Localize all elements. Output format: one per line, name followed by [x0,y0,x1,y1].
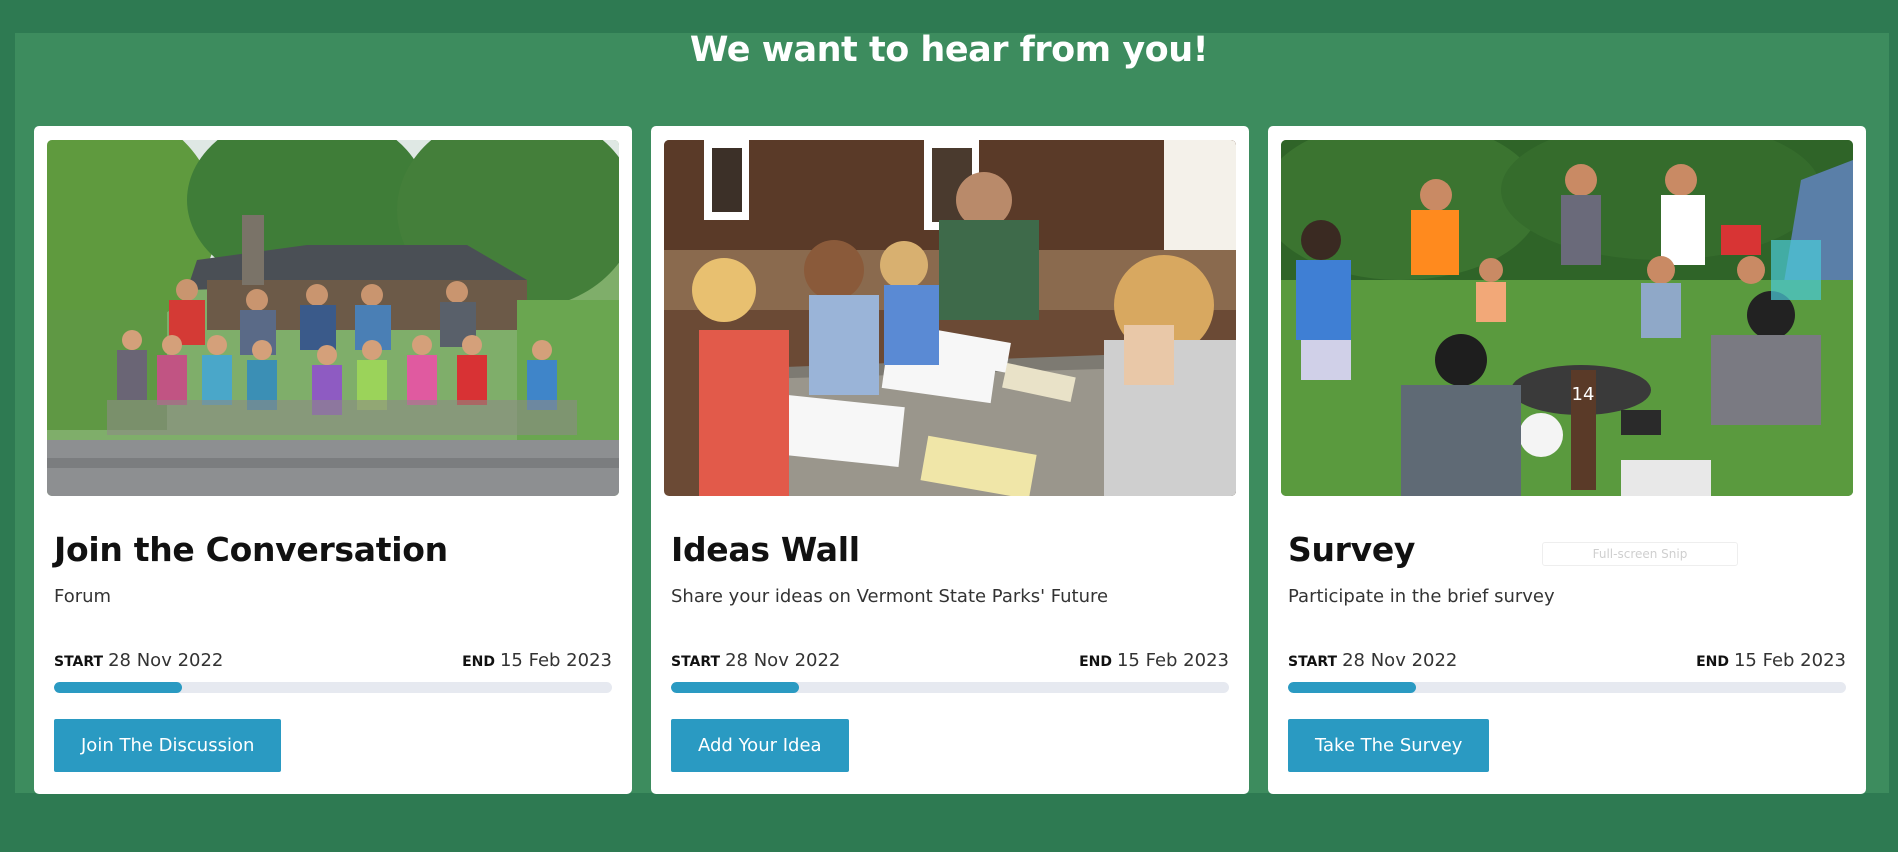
card-image-group-photo [47,140,619,496]
end-date-value: 15 Feb 2023 [499,650,612,671]
full-screen-snip-label: Full-screen Snip [1542,542,1738,566]
progress-bar [54,682,612,693]
end-label: END [1079,654,1112,670]
card-image-campfire: 14 [1281,140,1853,496]
date-row: START 28 Nov 2022 END 15 Feb 2023 [54,650,612,674]
end-label: END [462,654,495,670]
card-ideas-wall: Ideas Wall Share your ideas on Vermont S… [651,126,1249,794]
progress-fill [1288,682,1417,693]
progress-bar [1288,682,1846,693]
card-image-picnic-table [664,140,1236,496]
card-description: Forum [54,586,112,607]
end-date: END 15 Feb 2023 [462,650,612,671]
start-date: START 28 Nov 2022 [54,650,223,671]
start-label: START [671,654,721,670]
date-row: START 28 Nov 2022 END 15 Feb 2023 [671,650,1229,674]
card-description: Share your ideas on Vermont State Parks'… [671,586,1109,607]
start-date-value: 28 Nov 2022 [1342,650,1458,671]
card-title: Survey [1288,530,1416,569]
card-survey: 14 Survey Full-screen Snip Participate i… [1268,126,1866,794]
add-idea-button[interactable]: Add Your Idea [671,719,849,772]
start-date-value: 28 Nov 2022 [108,650,224,671]
end-date: END 15 Feb 2023 [1079,650,1229,671]
start-date-value: 28 Nov 2022 [725,650,841,671]
section-title: We want to hear from you! [689,30,1209,70]
card-title: Join the Conversation [54,530,448,569]
end-date-value: 15 Feb 2023 [1116,650,1229,671]
take-survey-button[interactable]: Take The Survey [1288,719,1490,772]
card-title: Ideas Wall [671,530,860,569]
start-label: START [54,654,104,670]
end-date-value: 15 Feb 2023 [1733,650,1846,671]
card-join-conversation: Join the Conversation Forum START 28 Nov … [34,126,632,794]
progress-fill [54,682,183,693]
progress-bar [671,682,1229,693]
card-description: Participate in the brief survey [1288,586,1555,607]
progress-fill [671,682,800,693]
start-label: START [1288,654,1338,670]
start-date: START 28 Nov 2022 [671,650,840,671]
join-discussion-button[interactable]: Join The Discussion [54,719,282,772]
end-label: END [1696,654,1729,670]
end-date: END 15 Feb 2023 [1696,650,1846,671]
start-date: START 28 Nov 2022 [1288,650,1457,671]
svg-text:14: 14 [1572,384,1595,405]
date-row: START 28 Nov 2022 END 15 Feb 2023 [1288,650,1846,674]
